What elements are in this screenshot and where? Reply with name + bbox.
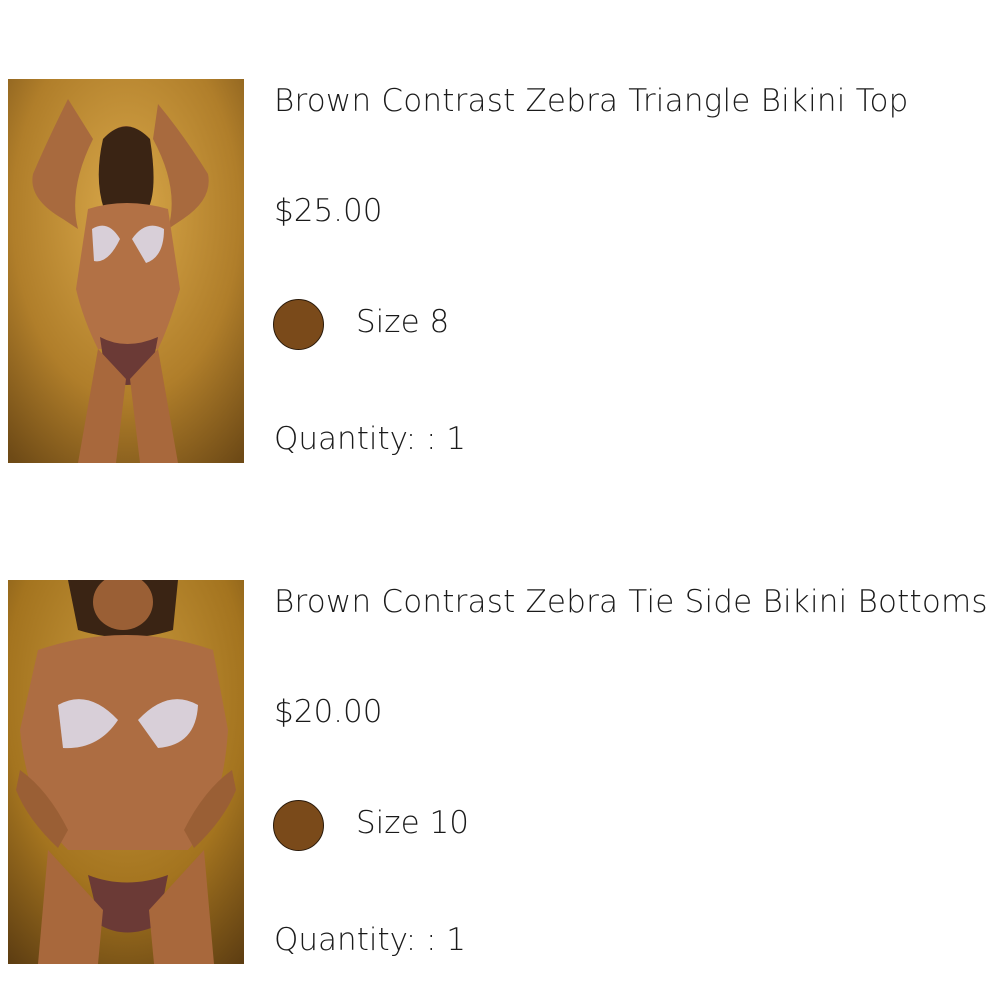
cart-item: Brown Contrast Zebra Triangle Bikini Top…	[0, 79, 1000, 463]
product-title[interactable]: Brown Contrast Zebra Triangle Bikini Top	[274, 83, 909, 119]
quantity-label: Quantity: : 1	[274, 922, 467, 958]
product-image[interactable]	[8, 79, 244, 463]
size-label: Size 10	[356, 805, 469, 841]
product-title[interactable]: Brown Contrast Zebra Tie Side Bikini Bot…	[274, 584, 988, 620]
product-image[interactable]	[8, 580, 244, 964]
color-swatch	[273, 800, 324, 851]
product-price: $20.00	[274, 694, 383, 730]
size-label: Size 8	[356, 304, 450, 340]
product-photo	[8, 79, 244, 463]
cart-item: Brown Contrast Zebra Tie Side Bikini Bot…	[0, 580, 1000, 964]
quantity-label: Quantity: : 1	[274, 421, 467, 457]
product-photo	[8, 580, 244, 964]
product-price: $25.00	[274, 193, 383, 229]
color-swatch	[273, 299, 324, 350]
